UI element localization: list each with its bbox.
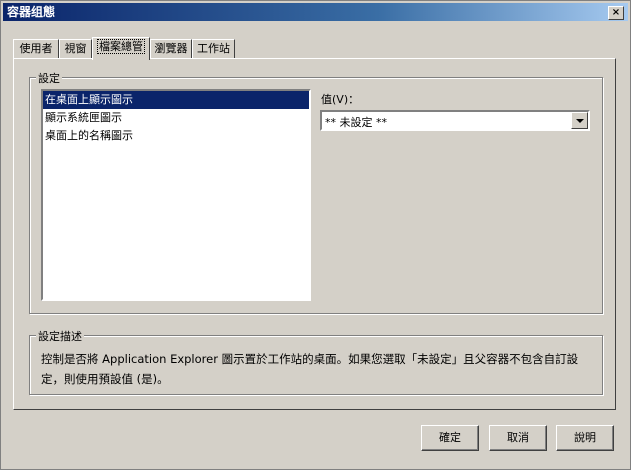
value-label: 值(V)： — [321, 93, 360, 106]
settings-list[interactable]: 在桌面上顯示圖示 顯示系統匣圖示 桌面上的名稱圖示 — [41, 89, 311, 301]
list-item-show-desktop-icon[interactable]: 在桌面上顯示圖示 — [43, 91, 309, 109]
list-item-show-tray-icon[interactable]: 顯示系統匣圖示 — [43, 109, 309, 127]
tab-browser[interactable]: 瀏覽器 — [150, 39, 192, 59]
description-text: 控制是否將 Application Explorer 圖示置於工作站的桌面。如果… — [41, 352, 579, 386]
ok-button[interactable]: 確定 — [421, 425, 479, 451]
dialog-window: 容器组態 × 使用者 視窗 檔案總管 瀏覽器 工作站 設定 在桌面上顯示圖示 顯… — [0, 0, 631, 470]
tab-workstation[interactable]: 工作站 — [192, 39, 235, 59]
tab-users[interactable]: 使用者 — [13, 39, 59, 59]
tab-window[interactable]: 視窗 — [59, 39, 92, 59]
list-item-desktop-name-icon[interactable]: 桌面上的名稱圖示 — [43, 127, 309, 145]
close-button[interactable]: × — [608, 6, 624, 20]
help-button[interactable]: 說明 — [556, 425, 614, 451]
title-bar: 容器组態 × — [3, 3, 628, 21]
value-select[interactable]: ** 未設定 ** — [320, 110, 590, 131]
close-icon: × — [611, 7, 621, 18]
cancel-button[interactable]: 取消 — [489, 425, 547, 451]
tab-file-manager[interactable]: 檔案總管 — [92, 37, 150, 60]
settings-group-label: 設定 — [36, 70, 62, 86]
window-title: 容器组態 — [7, 5, 56, 19]
description-group-label: 設定描述 — [36, 328, 84, 344]
value-selected-text: ** 未設定 ** — [325, 116, 387, 129]
chevron-down-icon[interactable] — [571, 112, 588, 129]
